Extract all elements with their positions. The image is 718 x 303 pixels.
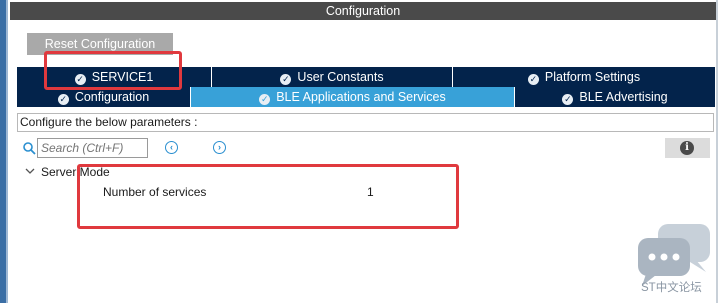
- tab-label: Platform Settings: [544, 70, 641, 84]
- check-circle-icon: ✓: [57, 94, 69, 105]
- check-circle-icon: ✓: [562, 94, 574, 105]
- forum-watermark-text: ST中文论坛: [641, 282, 702, 294]
- tab-label: User Constants: [297, 70, 384, 84]
- search-input[interactable]: [37, 138, 148, 158]
- tab-platform-settings[interactable]: ✓ Platform Settings: [453, 67, 716, 87]
- window-left-edge: [0, 0, 8, 303]
- info-icon: i: [680, 141, 694, 155]
- tab-label: Configuration: [74, 90, 150, 104]
- tab-user-constants[interactable]: ✓ User Constants: [212, 67, 453, 87]
- highlight-box-service1: [44, 51, 182, 90]
- check-circle-icon: ✓: [280, 74, 292, 85]
- tab-row-2: ✓ Configuration ✓ BLE Applications and Ser…: [17, 87, 716, 107]
- tab-configuration[interactable]: ✓ Configuration: [17, 87, 191, 107]
- tab-label: BLE Advertising: [579, 90, 668, 104]
- tab-ble-advertising[interactable]: ✓ BLE Advertising: [515, 87, 716, 107]
- check-circle-icon: ✓: [527, 74, 539, 85]
- window-left-edge-inner: [6, 0, 8, 303]
- panel-title: Configuration: [10, 2, 716, 20]
- info-button[interactable]: i: [665, 138, 710, 158]
- previous-result-icon[interactable]: ‹: [165, 141, 178, 154]
- tab-ble-applications-and-services[interactable]: ✓ BLE Applications and Services: [191, 87, 515, 107]
- highlight-box-server-mode: [77, 164, 459, 229]
- tab-label: BLE Applications and Services: [276, 90, 446, 104]
- check-circle-icon: ✓: [259, 94, 271, 105]
- next-result-icon[interactable]: ›: [213, 141, 226, 154]
- chevron-down-icon[interactable]: [24, 165, 36, 177]
- parameters-caption: Configure the below parameters :: [17, 113, 714, 132]
- search-icon: [23, 142, 36, 155]
